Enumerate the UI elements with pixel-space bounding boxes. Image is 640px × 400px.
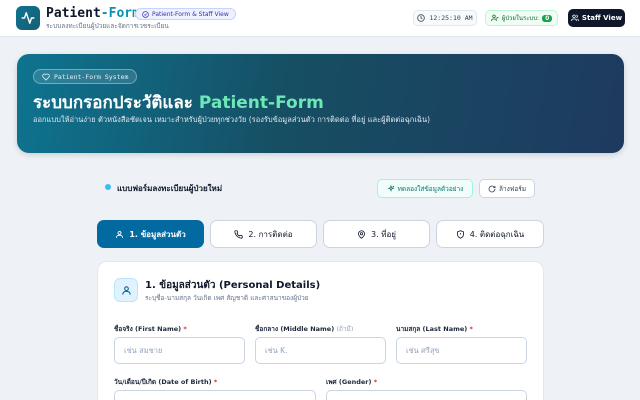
staff-pill-label: Patient-Form & Staff View — [152, 10, 229, 18]
app-header: Patient-Form ระบบลงทะเบียนผู้ป่วยและจัดก… — [0, 0, 640, 37]
section-title: 1. ข้อมูลส่วนตัว (Personal Details) — [145, 280, 321, 291]
brand-name: Patient-Form — [46, 6, 140, 21]
step-emergency-label: 4. ติดต่อฉุกเฉิน — [469, 229, 525, 239]
section-icon-box — [114, 278, 138, 302]
last-name-input[interactable] — [396, 337, 527, 364]
fill-sample-label: ทดลองใส่ข้อมูลตัวอย่าง — [397, 184, 464, 193]
personal-details-card: 1. ข้อมูลส่วนตัว (Personal Details) ระบุ… — [97, 261, 544, 400]
first-name-input[interactable] — [114, 337, 245, 364]
last-name-label: นามสกุล (Last Name) * — [396, 324, 473, 334]
brand-subtitle: ระบบลงทะเบียนผู้ป่วยและจัดการเวชระเบียน — [46, 22, 169, 30]
middle-name-label: ชื่อกลาง (Middle Name) (ถ้ามี) — [255, 324, 353, 334]
clock-time: 12:25:10 AM — [429, 14, 473, 22]
patients-online-counter: ผู้ป่วยในระบบ: 0 — [485, 10, 558, 26]
section-subtitle: ระบุชื่อ-นามสกุล วันเกิด เพศ สัญชาติ และ… — [145, 294, 309, 302]
clock: 12:25:10 AM — [413, 10, 477, 26]
step-emergency[interactable]: 4. ติดต่อฉุกเฉิน — [436, 220, 544, 248]
check-circle-icon — [142, 10, 149, 18]
sparkles-icon — [387, 184, 395, 192]
required-mark: * — [213, 378, 218, 386]
dob-input[interactable] — [114, 390, 316, 400]
first-name-label: ชื่อจริง (First Name) * — [114, 324, 187, 334]
step-address[interactable]: 3. ที่อยู่ — [323, 220, 430, 248]
brand-dash: - — [100, 6, 109, 21]
hero-title-highlight: Patient-Form — [198, 93, 324, 113]
fill-sample-button[interactable]: ทดลองใส่ข้อมูลตัวอย่าง — [377, 179, 473, 198]
gender-label-text: เพศ (Gender) — [326, 378, 372, 386]
dob-label: วัน/เดือน/ปีเกิด (Date of Birth) * — [114, 377, 217, 387]
clear-form-button[interactable]: ล้างฟอร์ม — [479, 179, 535, 198]
hero-title: ระบบกรอกประวัติและ Patient-Form — [33, 89, 324, 116]
hero-title-prefix: ระบบกรอกประวัติและ — [33, 93, 199, 113]
hero-description: ออกแบบให้อ่านง่าย ตัวหนังสือชัดเจน เหมาะ… — [33, 115, 431, 124]
staff-view-pill: Patient-Form & Staff View — [135, 8, 236, 20]
middle-name-input[interactable] — [255, 337, 386, 364]
dob-label-text: วัน/เดือน/ปีเกิด (Date of Birth) — [114, 378, 212, 386]
hero-badge-label: Patient-Form System — [54, 72, 129, 81]
user-icon — [116, 230, 124, 238]
online-label: ผู้ป่วยในระบบ: — [501, 15, 540, 22]
app-logo — [16, 6, 40, 30]
required-mark: * — [469, 325, 473, 333]
middle-name-label-text: ชื่อกลาง (Middle Name) — [255, 325, 335, 333]
clock-icon — [417, 14, 426, 22]
phone-icon — [234, 229, 244, 239]
first-name-label-text: ชื่อจริง (First Name) — [114, 325, 182, 333]
user-icon — [121, 285, 131, 295]
refresh-icon — [488, 185, 496, 192]
gender-label: เพศ (Gender) * — [326, 377, 377, 387]
step-personal[interactable]: 1. ข้อมูลส่วนตัว — [97, 220, 204, 248]
online-count: 0 — [542, 14, 553, 22]
shield-icon — [456, 229, 464, 239]
hero-banner: Patient-Form System ระบบกรอกประวัติและ P… — [17, 54, 624, 153]
form-title: แบบฟอร์มลงทะเบียนผู้ป่วยใหม่ — [117, 184, 223, 193]
step-address-label: 3. ที่อยู่ — [371, 229, 396, 239]
form-toolbar: แบบฟอร์มลงทะเบียนผู้ป่วยใหม่ ทดลองใส่ข้อ… — [97, 172, 544, 204]
step-contact-label: 2. การติดต่อ — [248, 229, 293, 239]
user-check-icon — [491, 14, 499, 21]
users-icon — [571, 14, 579, 21]
staff-view-label: Staff View — [581, 14, 623, 22]
optional-hint: (ถ้ามี) — [336, 325, 354, 333]
staff-view-button[interactable]: Staff View — [568, 9, 625, 27]
status-dot — [105, 184, 111, 190]
map-pin-icon — [358, 229, 365, 239]
clear-form-label: ล้างฟอร์ม — [498, 184, 527, 193]
hero-badge: Patient-Form System — [33, 69, 138, 84]
brand-main: Patient — [46, 6, 101, 21]
gender-select[interactable] — [326, 390, 527, 400]
step-personal-label: 1. ข้อมูลส่วนตัว — [129, 229, 186, 239]
step-contact[interactable]: 2. การติดต่อ — [210, 220, 317, 248]
required-mark: * — [183, 325, 187, 333]
required-mark: * — [373, 378, 378, 386]
last-name-label-text: นามสกุล (Last Name) — [396, 325, 468, 333]
heart-pulse-icon — [42, 73, 50, 81]
activity-icon — [21, 12, 35, 24]
